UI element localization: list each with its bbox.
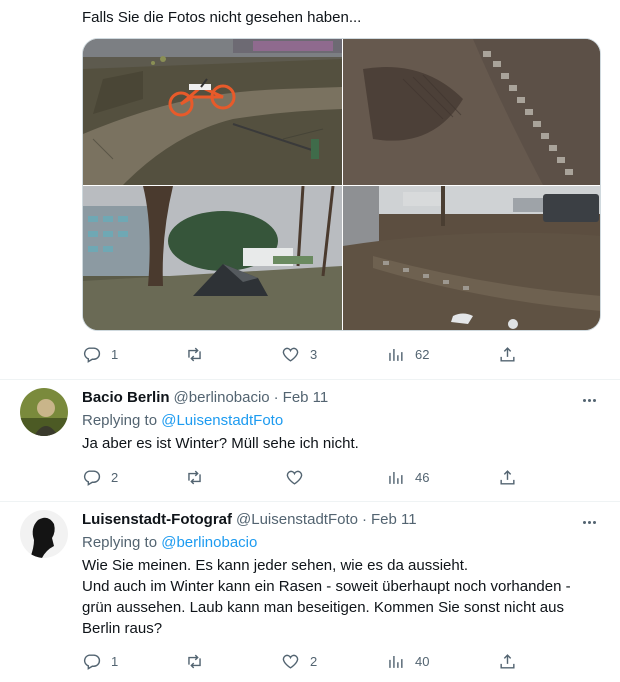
tweet-text-line: Und auch im Winter kann ein Rasen - sowe… [82,578,571,595]
display-name[interactable]: Luisenstadt-Fotograf [82,511,232,528]
replying-prefix: Replying to [82,412,158,429]
views-count: 40 [415,653,430,669]
tweet-actions: 1 2 40 [82,650,522,672]
reply-count: 1 [111,653,119,669]
tweet-actions: 2 46 [82,466,522,488]
views-button[interactable]: 46 [386,466,429,488]
views-icon [389,348,403,361]
share-button[interactable] [498,343,517,365]
share-button[interactable] [498,466,517,488]
tweet-text: Ja aber es ist Winter? Müll sehe ich nic… [82,435,359,452]
photo-grid [82,38,601,331]
reply-icon [83,653,101,670]
like-count: 2 [310,653,318,669]
retweet-button[interactable] [185,650,214,672]
heart-icon [282,347,299,362]
retweet-icon [188,654,201,668]
tweet-header: Bacio Berlin @berlinobacio · Feb 11 [82,389,328,406]
like-button[interactable]: 3 [281,343,317,365]
photo-tent[interactable] [83,186,342,330]
heart-icon [282,654,299,669]
replying-prefix: Replying to [82,534,158,551]
tweet-date[interactable]: Feb 11 [283,389,329,406]
replying-to-link[interactable]: @LuisenstadtFoto [161,412,283,429]
tweet-date[interactable]: Feb 11 [371,511,417,528]
separator: · [361,511,367,528]
replying-to: Replying to @LuisenstadtFoto [82,412,283,429]
photo-bike[interactable] [83,39,342,185]
more-icon[interactable] [580,391,598,409]
reply-count: 1 [111,346,119,362]
avatar[interactable] [20,388,68,436]
reply-button[interactable]: 1 [82,650,118,672]
separator: · [273,389,279,406]
reply-icon [83,469,101,486]
retweet-icon [188,470,201,484]
display-name[interactable]: Bacio Berlin [82,389,170,406]
tweet-reply-luisenstadt: Luisenstadt-Fotograf @LuisenstadtFoto · … [0,502,620,682]
tweet-actions: 1 3 62 [82,343,522,365]
like-count: 3 [310,346,318,362]
tweet-photos: Falls Sie die Fotos nicht gesehen haben.… [0,0,620,380]
share-icon [500,346,515,362]
views-button[interactable]: 62 [386,343,429,365]
views-icon [389,655,403,668]
reply-button[interactable]: 1 [82,343,118,365]
heart-icon [286,470,303,485]
photo-lawn-cars[interactable] [343,186,600,330]
tweet-reply-bacio: Bacio Berlin @berlinobacio · Feb 11 Repl… [0,380,620,502]
retweet-button[interactable] [185,343,214,365]
user-handle[interactable]: @LuisenstadtFoto [236,511,358,528]
photo-mud-cobblestones[interactable] [343,39,600,185]
tweet-text-line: Wie Sie meinen. Es kann jeder sehen, wie… [82,557,469,574]
tweet-text-line: Berlin raus? [82,620,163,637]
share-button[interactable] [498,650,517,672]
like-button[interactable]: 2 [281,650,317,672]
user-handle[interactable]: @berlinobacio [174,389,270,406]
retweet-icon [188,347,201,361]
avatar[interactable] [20,510,68,558]
retweet-button[interactable] [185,466,214,488]
tweet-header: Luisenstadt-Fotograf @LuisenstadtFoto · … [82,511,417,528]
views-count: 62 [415,346,430,362]
reply-count: 2 [111,469,119,485]
share-icon [500,653,515,669]
tweet-text: Falls Sie die Fotos nicht gesehen haben.… [82,9,362,26]
views-button[interactable]: 40 [386,650,429,672]
tweet-text-line: grün aussehen. Laub kann man beseitigen.… [82,599,564,616]
tweet-text: Wie Sie meinen. Es kann jeder sehen, wie… [82,555,612,639]
views-count: 46 [415,469,430,485]
like-button[interactable] [285,466,314,488]
replying-to-link[interactable]: @berlinobacio [161,534,257,551]
share-icon [500,469,515,485]
replying-to: Replying to @berlinobacio [82,534,257,551]
reply-button[interactable]: 2 [82,466,118,488]
more-icon[interactable] [580,513,598,531]
views-icon [389,471,403,484]
reply-icon [83,346,101,363]
